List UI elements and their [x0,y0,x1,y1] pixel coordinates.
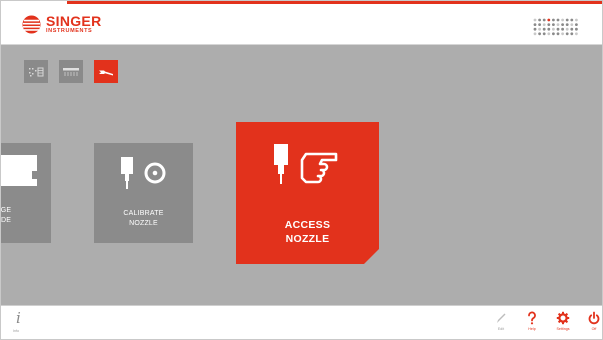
footer: i Info Edit Help Settings Off [1,305,602,339]
mode-pin-array-button[interactable] [24,60,48,83]
edit-label: Edit [497,327,505,331]
tile-corner [364,249,379,264]
tile-partial[interactable]: GE DE [1,143,51,243]
mode-pin-row-button[interactable] [59,60,83,83]
gear-icon [556,311,570,325]
power-icon [588,311,600,325]
pencil-icon [497,313,506,323]
logo-name: SINGER [46,13,102,29]
off-label: Off [591,327,597,331]
tile-partial-label-1: GE [0,207,12,214]
app-window: SINGER INSTRUMENTS GE DE CALIBRATE NOZZL… [0,0,603,340]
logo-subtitle: INSTRUMENTS [46,28,93,34]
tile-calibrate-label-2: NOZZLE [129,220,158,227]
help-icon [528,311,536,325]
pin-array-icon [29,67,44,76]
tile-access-nozzle[interactable]: ACCESS NOZZLE [236,122,379,264]
main-panel: GE DE CALIBRATE NOZZLE ACCESS NOZZLE [1,45,602,305]
mode-maintenance-button[interactable] [94,60,118,83]
wrench-icon [99,70,113,75]
settings-button[interactable]: Settings [548,311,578,339]
device-grid-icon[interactable] [533,18,579,36]
info-label: Info [13,329,19,333]
tile-access-label-1: ACCESS [284,219,331,231]
singer-logo-icon [22,15,41,34]
tile-calibrate-label-1: CALIBRATE [123,210,164,217]
singer-logo: SINGER INSTRUMENTS [22,14,101,35]
help-label: Help [528,327,536,331]
edit-button[interactable]: Edit [486,311,516,339]
tile-access-label-2: NOZZLE [285,233,330,245]
tile-calibrate-nozzle[interactable]: CALIBRATE NOZZLE [94,143,193,243]
off-button[interactable]: Off [579,311,602,339]
card-slot-icon [1,155,37,186]
tile-partial-label-2: DE [0,217,12,224]
settings-label: Settings [556,327,570,331]
info-button[interactable]: i Info [1,306,37,339]
info-icon: i [16,309,21,327]
header: SINGER INSTRUMENTS [1,4,602,45]
help-button[interactable]: Help [517,311,547,339]
pin-row-icon [63,67,79,76]
